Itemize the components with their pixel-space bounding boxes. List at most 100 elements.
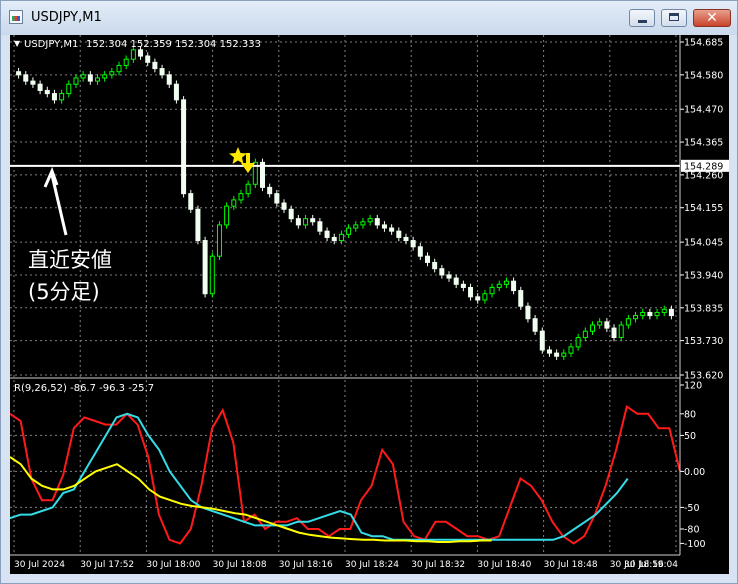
candle-body <box>310 218 316 223</box>
title-bar[interactable]: USDJPY,M1 ✕ <box>1 1 737 35</box>
candle-body <box>468 286 474 298</box>
indicator-tick-label: -50 <box>684 503 700 514</box>
candle-body <box>303 218 309 226</box>
time-tick-label: 30 Jul 17:52 <box>80 560 134 570</box>
candle-body <box>138 49 144 57</box>
candle-body <box>145 55 151 63</box>
recent-low-price-label: 154.289 <box>684 161 723 172</box>
candle-body <box>575 336 581 348</box>
price-tick-label: 154.470 <box>684 105 723 116</box>
candle-body <box>87 74 93 82</box>
candle-body <box>381 224 387 229</box>
chart-ohlc-header: 152.304 152.359 152.304 152.333 <box>86 39 261 50</box>
candle-body <box>367 218 373 223</box>
maximize-button[interactable] <box>661 9 687 27</box>
price-tick-label: 154.580 <box>684 70 723 81</box>
candle-body <box>618 324 624 338</box>
price-tick-label: 153.835 <box>684 303 723 314</box>
time-tick-label: 30 Jul 18:24 <box>345 560 399 570</box>
candle-body <box>647 311 653 317</box>
candle-body <box>546 349 552 354</box>
candle-body <box>496 283 502 288</box>
candle-body <box>331 236 337 242</box>
candle-body <box>109 71 115 76</box>
candle-body <box>173 83 179 101</box>
chart-menu-arrow-icon[interactable]: ▼ <box>14 39 21 48</box>
candle-body <box>625 318 631 326</box>
candle-body <box>518 290 524 307</box>
chart-area[interactable]: 30 Jul 2024 30 Jul 17:52 30 Jul 18:00 30 Ju… <box>9 35 729 574</box>
price-tick-label: 154.045 <box>684 238 723 249</box>
indicator-tick-label: 0.00 <box>684 467 705 478</box>
candle-body <box>73 77 79 85</box>
candle-body <box>403 236 409 242</box>
candle-body <box>346 227 352 235</box>
time-tick-label: 30 Jul 2024 <box>14 560 65 570</box>
chart-symbol: USDJPY,M1 <box>24 39 78 50</box>
terminal-window: USDJPY,M1 ✕ 30 Jul 2024 30 Jul 17:52 30 Ju… <box>0 0 738 584</box>
indicator-series-line <box>9 412 629 541</box>
candle-body <box>668 308 674 317</box>
candle-body <box>532 318 538 332</box>
close-button[interactable]: ✕ <box>693 9 731 27</box>
candle-body <box>539 330 545 351</box>
time-tick-label: 30 Jul 18:40 <box>477 560 531 570</box>
candle-body <box>274 193 280 204</box>
price-tick-label: 154.365 <box>684 138 723 149</box>
indicator-tick-label: -80 <box>684 525 700 536</box>
candle-body <box>568 346 574 354</box>
minimize-icon <box>638 20 647 23</box>
candle-body <box>453 277 459 285</box>
indicator-tick-label: 80 <box>684 409 696 420</box>
time-tick-label: 30 Jul 18:00 <box>146 560 200 570</box>
annotation-line-2: (5分足) <box>28 280 100 304</box>
indicator-tick-label: 50 <box>684 431 696 442</box>
candle-body <box>166 74 172 85</box>
candle-body <box>216 224 222 257</box>
candle-body <box>633 315 639 320</box>
candle-body <box>51 93 57 101</box>
candle-body <box>188 193 194 210</box>
candle-body <box>23 74 29 82</box>
candle-body <box>611 327 617 338</box>
candle-body <box>374 218 380 226</box>
candle-body <box>396 230 402 238</box>
maximize-icon <box>669 13 679 21</box>
minimize-button[interactable] <box>629 9 655 27</box>
price-tick-label: 153.940 <box>684 270 723 281</box>
candle-body <box>324 230 330 238</box>
candle-body <box>102 74 108 79</box>
indicator-title: R(9,26,52) -86.7 -96.3 -25.7 <box>14 383 154 394</box>
candle-body <box>590 324 595 332</box>
candle-body <box>209 255 215 295</box>
candle-body <box>288 208 294 220</box>
candle-body <box>597 321 603 326</box>
candle-body <box>30 80 36 85</box>
candle-body <box>417 246 423 257</box>
time-tick-label: 30 Jul 19:04 <box>624 560 678 570</box>
annotation-line-1: 直近安値 <box>28 248 112 272</box>
star-icon[interactable] <box>229 147 247 164</box>
price-tick-label: 153.730 <box>684 336 723 347</box>
candle-body <box>525 305 531 320</box>
candle-body <box>661 308 667 313</box>
candle-body <box>231 199 237 207</box>
candle-body <box>202 240 208 295</box>
chart-grid <box>10 35 680 555</box>
candle-body <box>338 233 344 242</box>
time-tick-label: 30 Jul 18:48 <box>544 560 598 570</box>
price-tick-label: 154.685 <box>684 38 723 49</box>
candle-body <box>80 74 86 79</box>
annotation-arrow-line <box>50 174 68 236</box>
price-tick-label: 154.155 <box>684 203 723 214</box>
candle-body <box>604 321 610 329</box>
candle-body <box>66 83 72 95</box>
candle-body <box>446 274 452 279</box>
candle-body <box>44 89 50 95</box>
candle-body <box>353 224 359 229</box>
time-tick-label: 30 Jul 18:08 <box>213 560 267 570</box>
candle-body <box>16 71 22 76</box>
candle-body <box>181 99 187 195</box>
candle-body <box>439 268 445 276</box>
candle-body <box>224 205 230 226</box>
